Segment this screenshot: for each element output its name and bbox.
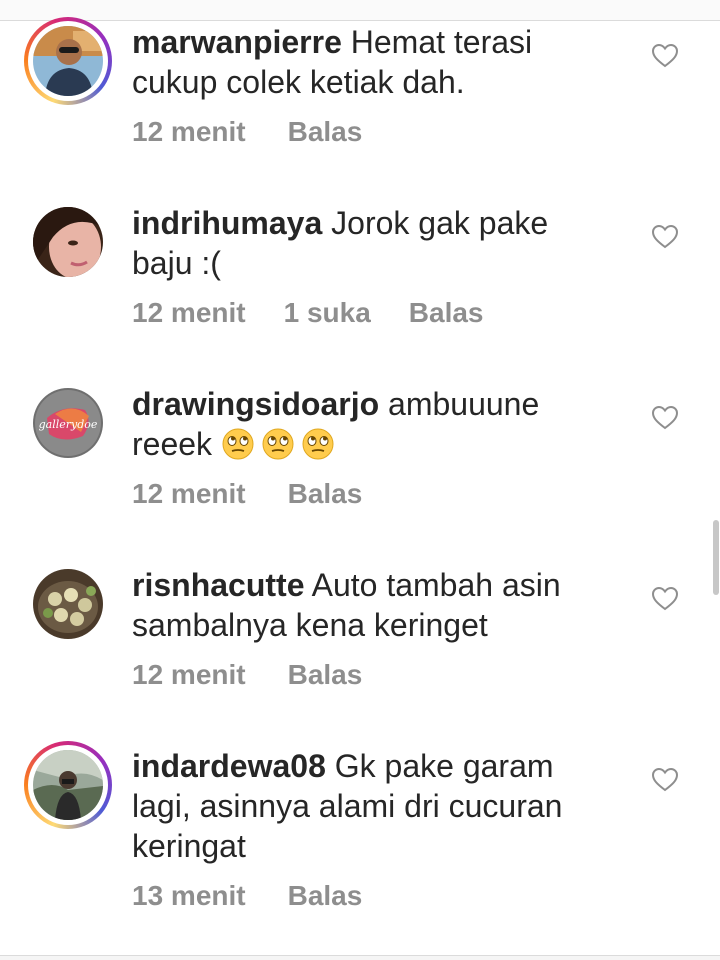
avatar[interactable]: [33, 26, 103, 96]
face-with-rolling-eyes-emoji: [262, 428, 294, 460]
heart-icon[interactable]: [651, 585, 679, 613]
avatar-food-plate-photo: [33, 569, 103, 639]
reply-button[interactable]: Balas: [288, 478, 363, 509]
avatar[interactable]: [33, 569, 103, 639]
reply-button[interactable]: Balas: [288, 880, 363, 911]
avatar-man-outdoor-photo: [33, 750, 103, 820]
comment-meta: 13 menit Balas: [132, 878, 400, 914]
comment-username[interactable]: marwanpierre: [132, 24, 342, 60]
heart-icon[interactable]: [651, 404, 679, 432]
reply-button[interactable]: Balas: [409, 297, 484, 328]
reply-button[interactable]: Balas: [288, 659, 363, 690]
bottom-divider-bar: [0, 955, 720, 960]
avatar-woman-face-photo: [33, 207, 103, 277]
comment-meta: 12 menit 1 suka Balas: [132, 295, 522, 331]
comment-username[interactable]: drawingsidoarjo: [132, 386, 379, 422]
comment-text-block: risnhacutte Auto tambah asin sambalnya k…: [132, 565, 612, 645]
face-with-rolling-eyes-emoji: [222, 428, 254, 460]
svg-text:gallerydoe: gallerydoe: [39, 418, 98, 431]
comment-time: 12 menit: [132, 478, 246, 509]
comment-text-block: drawingsidoarjo ambuuune reeek: [132, 384, 612, 464]
comment-text-block: marwanpierre Hemat terasi cukup colek ke…: [132, 22, 612, 102]
heart-icon[interactable]: [651, 223, 679, 251]
comment-text-block: indrihumaya Jorok gak pake baju :(: [132, 203, 612, 283]
comment-meta: 12 menit Balas: [132, 114, 400, 150]
comment-username[interactable]: indardewa08: [132, 748, 326, 784]
top-divider-bar: [0, 0, 720, 21]
heart-icon[interactable]: [651, 766, 679, 794]
emoji-group: [212, 426, 341, 462]
heart-icon[interactable]: [651, 42, 679, 70]
scrollbar-thumb[interactable]: [713, 520, 719, 595]
comment-username[interactable]: risnhacutte: [132, 567, 304, 603]
comment-text-block: indardewa08 Gk pake garam lagi, asinnya …: [132, 746, 612, 866]
avatar[interactable]: [33, 207, 103, 277]
avatar[interactable]: gallerydoe: [33, 388, 103, 458]
face-with-rolling-eyes-emoji: [302, 428, 334, 460]
avatar-gallerydoe-logo: gallerydoe: [33, 388, 103, 458]
likes-count-button[interactable]: 1 suka: [284, 297, 371, 328]
comment-time: 12 menit: [132, 116, 246, 147]
comment-time: 12 menit: [132, 297, 246, 328]
avatar-man-sunglasses-photo: [33, 26, 103, 96]
comment-meta: 12 menit Balas: [132, 476, 400, 512]
comment-time: 12 menit: [132, 659, 246, 690]
comment-meta: 12 menit Balas: [132, 657, 400, 693]
comment-time: 13 menit: [132, 880, 246, 911]
avatar[interactable]: [33, 750, 103, 820]
reply-button[interactable]: Balas: [288, 116, 363, 147]
comment-username[interactable]: indrihumaya: [132, 205, 322, 241]
